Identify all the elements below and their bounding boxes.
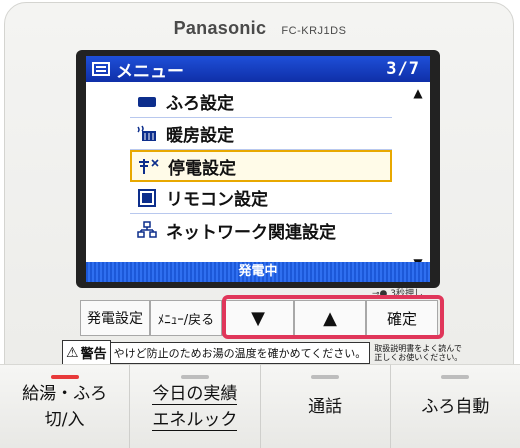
power-indicator-light [50,375,79,379]
manual-note: 取扱説明書をよく読んで 正しくお使いください。 [374,344,462,362]
bath-icon [136,93,158,111]
lcd-screen: メニュー 3/7 ふろ設定 暖房設定 停電設定 リモコン設定 ネットワーク関連設… [86,56,430,282]
menu-item-label: ふろ設定 [166,94,234,114]
screen-title: メニュー [116,61,184,82]
brand-header: Panasonic FC-KRJ1DS [0,18,520,39]
key-label-line1: 通話 [308,396,343,417]
screen-header: メニュー 3/7 [86,56,430,82]
menu-back-button[interactable]: ﾒﾆｭｰ/戻る [150,300,222,336]
key-label-line2: 切/入 [44,409,85,430]
key-label-line2: エネルック [152,409,238,431]
scroll-up-icon: ▲ [413,86,423,100]
auto-bath-button[interactable]: ふろ自動 [390,364,520,448]
menu-item-network[interactable]: ネットワーク関連設定 [130,214,392,246]
warning-box: ⚠ 警告 [62,340,111,365]
menu-item-heating[interactable]: 暖房設定 [130,118,392,150]
highlight-frame [222,295,444,339]
menu-item-label: 暖房設定 [166,126,234,146]
menu-item-label: ネットワーク関連設定 [166,222,336,243]
network-icon [136,221,158,239]
indicator-light [180,375,209,379]
warning-text: やけど防止のためお湯の温度を確かめてください。 [113,346,367,360]
brand-logo: Panasonic [173,18,267,38]
menu-icon [92,62,110,76]
key-label-line1: 給湯・ふろ [22,383,108,404]
bottom-key-row: 給湯・ふろ 切/入 今日の実績 エネルック 通話 ふろ自動 [0,364,520,448]
warning-icon: ⚠ [66,344,79,361]
key-label-line1: 今日の実績 [152,383,238,405]
power-outage-icon [138,157,160,175]
menu-item-label: リモコン設定 [166,190,268,210]
today-results-button[interactable]: 今日の実績 エネルック [130,364,261,448]
indicator-light [441,375,470,379]
hot-water-bath-power-button[interactable]: 給湯・ふろ 切/入 [0,364,131,448]
warning-label: ⚠ 警告 やけど防止のためお湯の温度を確かめてください。 取扱説明書をよく読んで… [62,340,462,365]
menu-item-power-outage[interactable]: 停電設定 [130,150,392,182]
heater-icon [136,125,158,143]
intercom-button[interactable]: 通話 [260,364,391,448]
warning-title: 警告 [80,347,107,362]
menu-item-remote[interactable]: リモコン設定 [130,182,392,214]
status-bar: 発電中 [86,262,430,282]
indicator-light [311,375,340,379]
manual-note-line2: 正しくお使いください。 [374,352,463,362]
warning-text-box: やけど防止のためお湯の温度を確かめてください。 [110,341,371,364]
menu-item-label: 停電設定 [168,158,236,179]
key-label-line1: ふろ自動 [421,396,490,417]
model-number: FC-KRJ1DS [281,25,347,37]
menu-item-bath[interactable]: ふろ設定 [130,86,392,118]
menu-list: ふろ設定 暖房設定 停電設定 リモコン設定 ネットワーク関連設定 [130,86,392,246]
generation-settings-button[interactable]: 発電設定 [80,300,150,336]
manual-note-line1: 取扱説明書をよく読んで [374,343,462,353]
page-indicator: 3/7 [386,59,420,79]
remote-icon [136,188,158,207]
